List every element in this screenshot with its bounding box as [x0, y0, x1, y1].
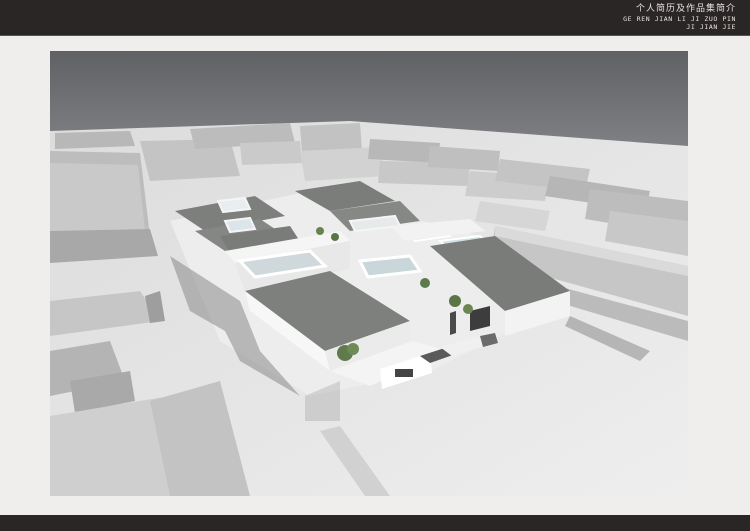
portfolio-title-block: 个人简历及作品集简介 GE REN JIAN LI JI ZUO PIN JI … — [623, 4, 736, 31]
architectural-rendering — [50, 51, 688, 496]
aerial-render-svg — [50, 51, 688, 496]
title-pinyin-line-1: GE REN JIAN LI JI ZUO PIN — [623, 15, 736, 23]
title-chinese: 个人简历及作品集简介 — [635, 4, 736, 14]
top-banner: 个人简历及作品集简介 GE REN JIAN LI JI ZUO PIN JI … — [0, 0, 750, 36]
bottom-banner — [0, 515, 750, 531]
title-pinyin-line-2: JI JIAN JIE — [686, 23, 736, 31]
